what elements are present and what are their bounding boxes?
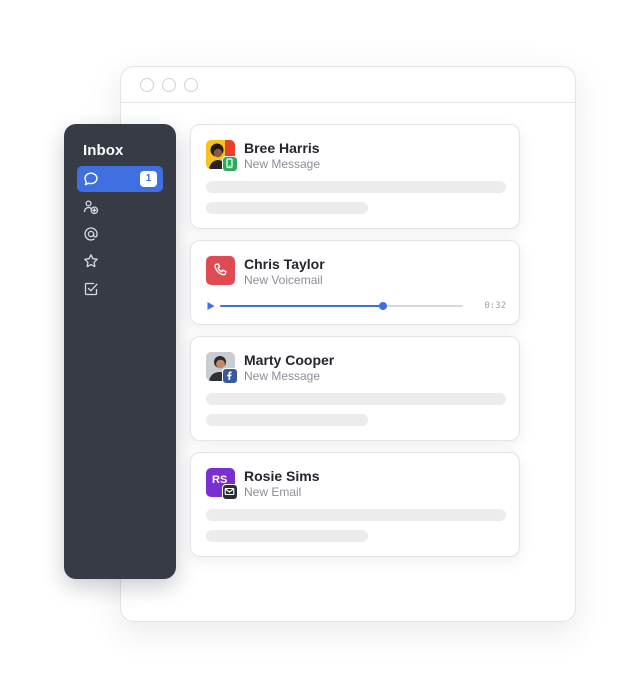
playback-track[interactable] [220, 302, 463, 310]
playback-scrubber-handle[interactable] [378, 302, 387, 310]
facebook-icon [222, 368, 238, 384]
sidebar-item-done[interactable] [77, 276, 163, 302]
conversation-card-voicemail[interactable]: Chris Taylor New Voicemail 0:32 [190, 240, 520, 325]
message-preview-placeholder [206, 509, 506, 521]
contact-name: Bree Harris [244, 140, 320, 156]
email-icon [222, 484, 238, 500]
window-maximize-dot[interactable] [184, 78, 198, 92]
contact-name: Chris Taylor [244, 256, 325, 272]
play-icon[interactable] [206, 301, 216, 311]
voicemail-player: 0:32 [206, 299, 506, 313]
playback-progress [220, 305, 383, 307]
window-close-dot[interactable] [140, 78, 154, 92]
sidebar-item-starred[interactable] [77, 248, 163, 274]
conversation-card-message[interactable]: Marty Cooper New Message [190, 336, 520, 441]
sms-message-icon [222, 156, 238, 172]
message-preview-placeholder [206, 181, 506, 193]
message-preview-placeholder [206, 530, 368, 542]
star-icon [84, 254, 98, 268]
message-preview-placeholder [206, 414, 368, 426]
phone-icon [206, 256, 235, 285]
message-type: New Message [244, 369, 321, 383]
window-minimize-dot[interactable] [162, 78, 176, 92]
contacts-add-icon [83, 200, 99, 215]
unread-count-badge: 1 [140, 171, 157, 187]
chat-bubble-icon [84, 172, 98, 186]
sidebar-item-mentions[interactable] [77, 221, 163, 247]
sidebar-item-contacts[interactable] [77, 194, 163, 220]
conversation-card-message[interactable]: Bree Harris New Message [190, 124, 520, 229]
message-type: New Email [244, 485, 302, 499]
contact-name: Rosie Sims [244, 468, 320, 484]
at-mention-icon [84, 227, 98, 241]
voicemail-duration: 0:32 [484, 301, 506, 311]
sidebar-title: Inbox [83, 142, 124, 159]
conversation-card-email[interactable]: RS Rosie Sims New Email [190, 452, 520, 557]
message-preview-placeholder [206, 202, 368, 214]
checkbox-done-icon [84, 282, 98, 296]
contact-name: Marty Cooper [244, 352, 335, 368]
message-preview-placeholder [206, 393, 506, 405]
message-type: New Message [244, 157, 321, 171]
message-type: New Voicemail [244, 273, 323, 287]
inbox-sidebar: Inbox 1 [64, 124, 176, 579]
browser-title-bar [121, 67, 575, 103]
sidebar-item-conversations[interactable]: 1 [77, 166, 163, 192]
